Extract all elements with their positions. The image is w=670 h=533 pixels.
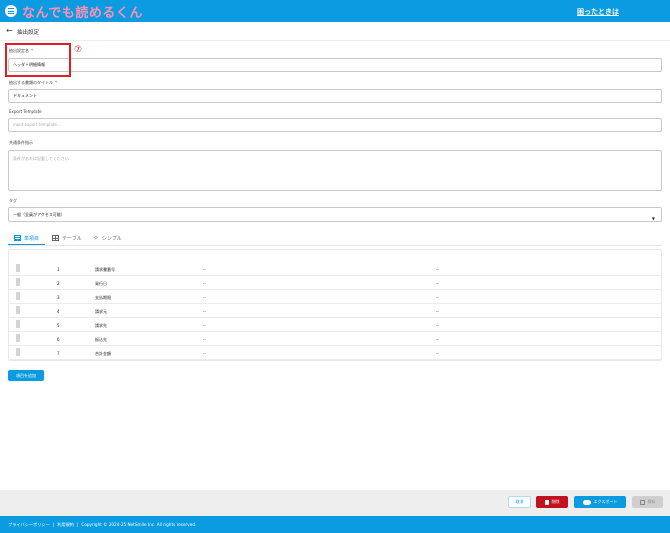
tab-simple-label: シンプル [101,235,122,242]
delete-button[interactable]: 削除 [536,496,568,508]
sparkle-icon: ✧ [93,234,99,242]
add-item-button[interactable]: 項目を追加 [8,370,44,381]
item-value: -- [203,351,206,356]
list-icon [14,235,21,241]
menu-icon[interactable] [5,5,17,17]
tab-table[interactable]: テーブル [52,232,82,244]
common-instruction-textarea[interactable]: 条件があれば記載してください [8,150,662,191]
table-row[interactable]: 7 合計金額 -- -- [9,346,661,360]
row-number: 3 [57,295,60,300]
divider [0,40,670,41]
export-template-input[interactable]: input export template... [8,118,662,132]
item-value: -- [203,337,206,342]
row-number: 2 [57,281,60,286]
item-value: -- [436,337,439,342]
item-name: 請求先 [95,323,107,328]
action-bar [0,490,670,516]
tab-single-item-label: 単項目 [24,235,40,242]
save-button[interactable]: 保存 [632,496,663,508]
item-name: 発行日 [95,281,107,286]
export-template-placeholder: input export template... [13,122,61,127]
tab-single-item[interactable]: 単項目 [14,232,39,244]
app-logo: なんでも読めるくん [22,6,143,21]
common-instruction-label: 共通条件指示 [9,140,33,145]
export-button[interactable]: エクスポート [574,496,626,508]
drag-handle-icon[interactable] [16,264,20,272]
tab-table-label: テーブル [62,235,82,242]
trash-icon [544,499,549,505]
footer-separator: | [52,522,55,527]
item-value: -- [436,309,439,314]
table-row[interactable]: 2 発行日 -- -- [9,276,661,290]
table-icon [52,235,59,241]
tab-divider [8,245,662,246]
tab-simple[interactable]: ✧ シンプル [93,232,122,244]
doc-title-value: ドキュメント [13,93,37,98]
table-row[interactable]: 1 請求書番号 -- -- [9,262,661,276]
item-value: -- [203,309,206,314]
privacy-policy-link[interactable]: プライバシーポリシー [8,522,50,528]
save-icon [639,499,645,505]
row-number: 6 [57,337,60,342]
drag-handle-icon[interactable] [16,306,20,314]
tag-selected-value: 一般（全員がアクセス可能） [13,212,65,217]
dropdown-arrow-icon: ▼ [651,216,655,221]
export-button-label: エクスポート [593,499,618,504]
item-value: -- [203,295,206,300]
table-row[interactable]: 4 請求元 -- -- [9,304,661,318]
row-number: 4 [57,309,60,314]
cancel-button[interactable]: 取消 [508,496,531,508]
item-value: -- [436,323,439,328]
item-name: 支払期限 [95,295,111,300]
back-arrow-icon[interactable]: ← [6,27,13,35]
item-name: 合計金額 [95,351,111,356]
footer: プライバシーポリシー | 利用規約 | Copyright © 2024-25 … [0,516,670,533]
footer-separator: | [76,522,79,527]
copyright-text: Copyright © 2024-25 NetSmile Inc. All ri… [81,522,197,527]
export-template-label: Export Template [9,109,42,114]
drag-handle-icon[interactable] [16,348,20,356]
setting-name-input[interactable]: ヘッダ＋明細情報 [8,58,662,72]
delete-button-label: 削除 [551,499,560,504]
cancel-button-label: 取消 [515,499,524,504]
drag-handle-icon[interactable] [16,278,20,286]
help-link[interactable]: 困ったときは [577,7,619,17]
drag-handle-icon[interactable] [16,292,20,300]
item-value: -- [203,267,206,272]
save-button-label: 保存 [647,499,656,504]
doc-title-input[interactable]: ドキュメント [8,89,662,103]
drag-handle-icon[interactable] [16,334,20,342]
row-number: 5 [57,323,60,328]
row-number: 1 [57,267,60,272]
item-value: -- [436,295,439,300]
item-value: -- [203,281,206,286]
common-instruction-placeholder: 条件があれば記載してください [13,156,69,161]
item-value: -- [203,323,206,328]
table-row[interactable]: 5 請求先 -- -- [9,318,661,332]
doc-title-label: 抽出する書類のタイトル * [9,80,57,85]
table-row[interactable]: 6 振込先 -- -- [9,332,661,346]
terms-link[interactable]: 利用規約 [57,522,74,528]
annotation-highlight-box [5,43,71,77]
tag-label: タグ [9,198,17,203]
annotation-number: ⑦ [74,45,83,55]
tag-select[interactable]: 一般（全員がアクセス可能） ▼ [8,207,662,222]
item-value: -- [436,281,439,286]
top-bar: なんでも読めるくん 困ったときは [0,0,670,22]
cloud-upload-icon [582,499,591,505]
item-value: -- [436,267,439,272]
table-row[interactable]: 3 支払期限 -- -- [9,290,661,304]
item-name: 請求書番号 [95,267,115,272]
item-value: -- [436,351,439,356]
item-name: 振込先 [95,337,107,342]
drag-handle-icon[interactable] [16,320,20,328]
item-name: 請求元 [95,309,107,314]
page-title: 抽出設定 [17,30,40,36]
row-number: 7 [57,351,60,356]
